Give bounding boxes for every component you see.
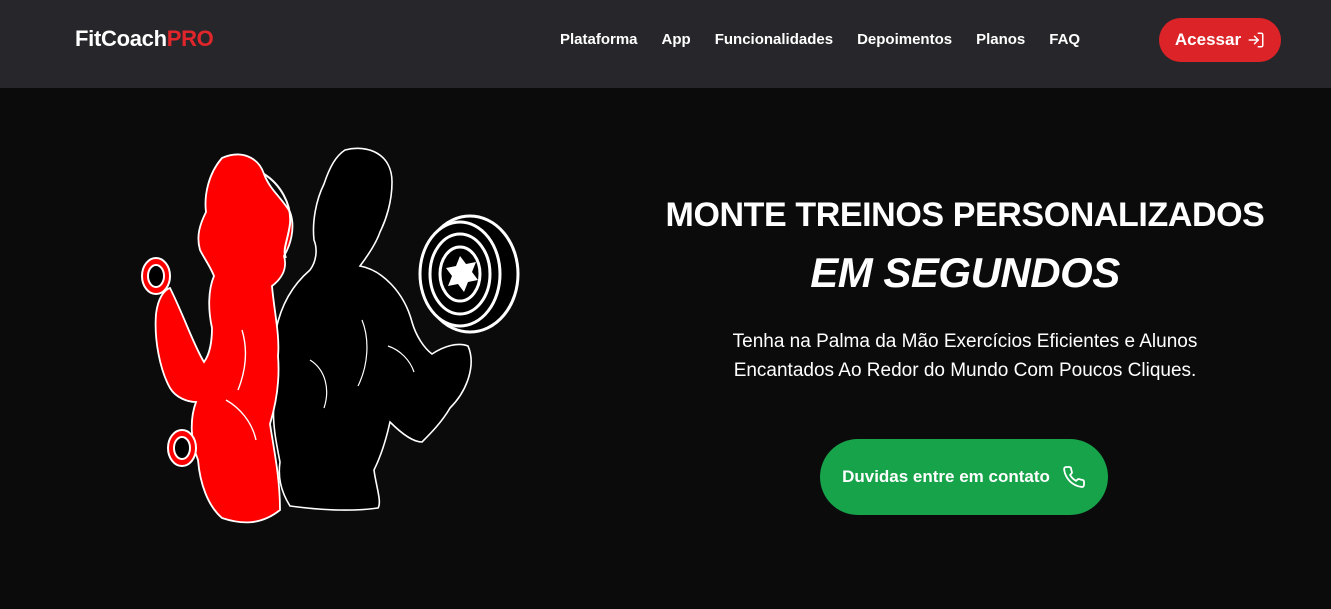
- hero-headline-emphasis: EM SEGUNDOS: [810, 249, 1120, 296]
- login-button-label: Acessar: [1174, 30, 1242, 49]
- dumbbell-plate: [418, 214, 520, 334]
- woman-silhouette: [141, 153, 294, 524]
- hero-text: MONTE TREINOS PERSONALIZADOS EM SEGUNDOS…: [640, 195, 1290, 385]
- login-button[interactable]: Acessar: [1159, 18, 1281, 62]
- brand-name: FitCoach: [75, 26, 167, 51]
- main-nav: Plataforma App Funcionalidades Depoiment…: [560, 31, 1080, 48]
- navbar: FitCoachPRO Plataforma App Funcionalidad…: [0, 0, 1331, 88]
- nav-link-planos[interactable]: Planos: [976, 31, 1025, 48]
- nav-link-faq[interactable]: FAQ: [1049, 31, 1080, 48]
- nav-link-depoimentos[interactable]: Depoimentos: [857, 31, 952, 48]
- phone-icon: [1063, 466, 1085, 488]
- brand-name-accent: PRO: [166, 26, 214, 51]
- brand-logo[interactable]: FitCoachPRO: [75, 26, 214, 52]
- login-arrow-icon: [1248, 32, 1264, 48]
- hero-subtitle: Tenha na Palma da Mão Exercícios Eficien…: [732, 331, 1198, 381]
- nav-link-app[interactable]: App: [662, 31, 691, 48]
- man-silhouette: [268, 147, 472, 511]
- hero-headline: MONTE TREINOS PERSONALIZADOS: [665, 196, 1265, 234]
- nav-link-funcionalidades[interactable]: Funcionalidades: [715, 31, 833, 48]
- hero-illustration: [130, 140, 530, 530]
- contact-button-label: Duvidas entre em contato: [842, 467, 1050, 486]
- contact-button[interactable]: Duvidas entre em contato: [820, 439, 1108, 515]
- nav-link-plataforma[interactable]: Plataforma: [560, 31, 638, 48]
